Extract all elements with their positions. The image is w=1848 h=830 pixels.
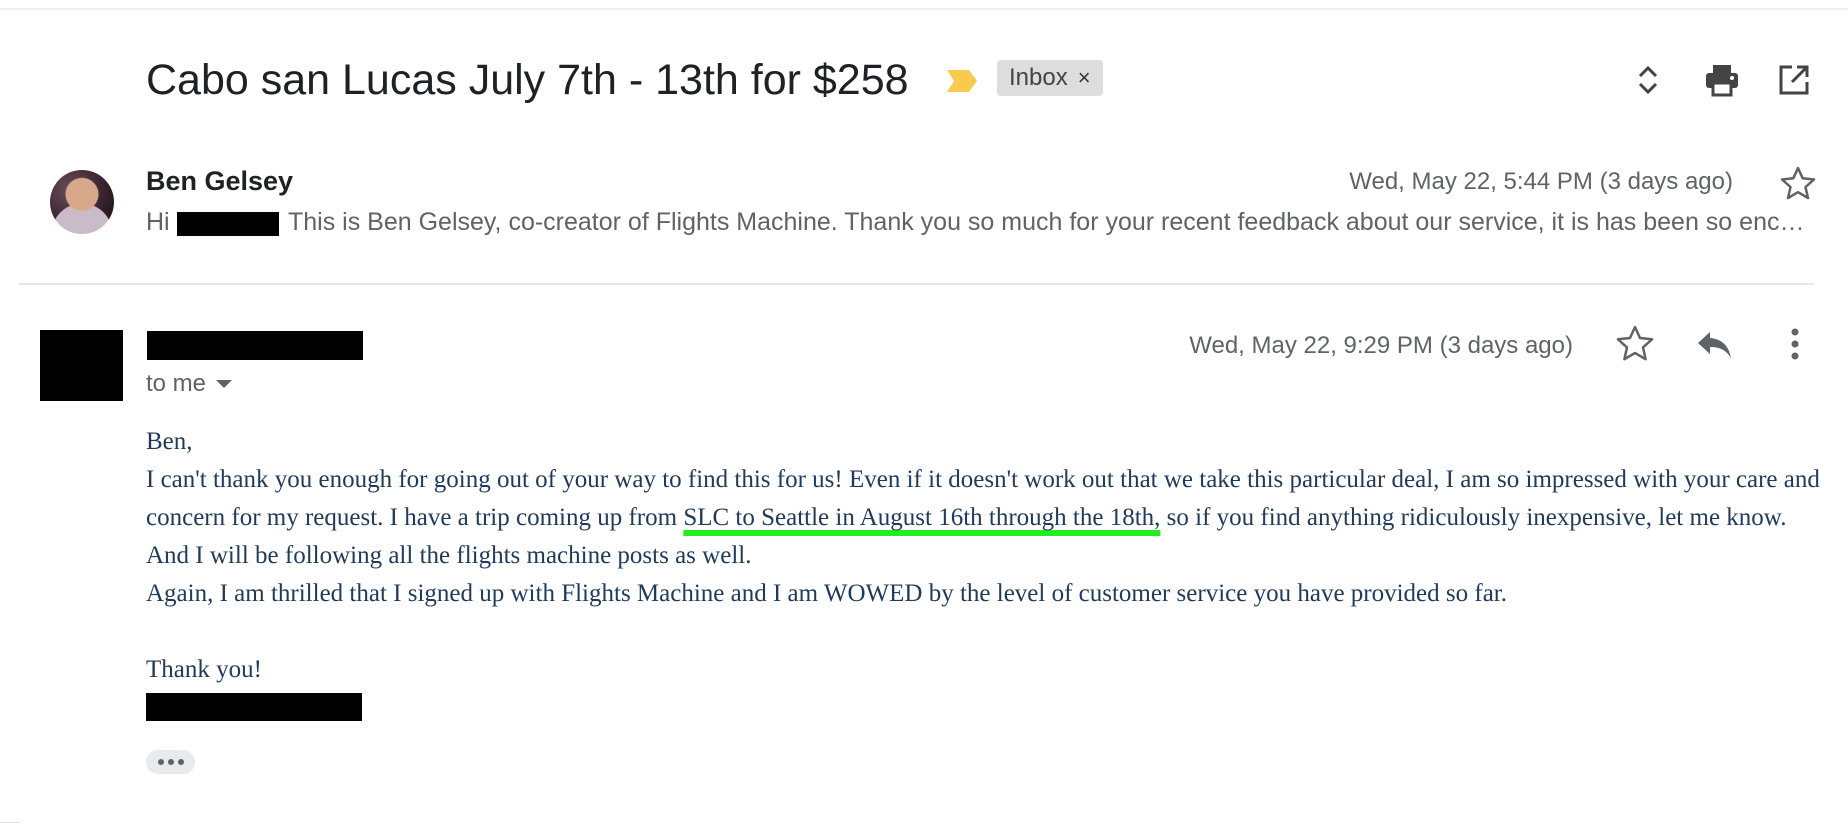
thread-header: Cabo san Lucas July 7th - 13th for $258 … xyxy=(0,36,1848,116)
important-marker-icon[interactable] xyxy=(945,68,979,94)
snippet-greeting: Hi xyxy=(146,208,170,236)
thread-subject: Cabo san Lucas July 7th - 13th for $258 xyxy=(146,56,909,104)
snippet-text: This is Ben Gelsey, co-creator of Flight… xyxy=(288,208,1816,236)
message-date: Wed, May 22, 9:29 PM (3 days ago) xyxy=(1189,332,1573,359)
avatar[interactable] xyxy=(50,170,114,234)
message-date: Wed, May 22, 5:44 PM (3 days ago) xyxy=(1349,168,1733,195)
signature-redacted xyxy=(146,693,362,721)
recipient-details-toggle[interactable]: to me xyxy=(146,370,233,398)
message-snippet: Hi This is Ben Gelsey, co-creator of Fli… xyxy=(146,208,1816,242)
message-collapsed[interactable]: Ben Gelsey Wed, May 22, 5:44 PM (3 days … xyxy=(0,150,1848,270)
body-paragraph: Again, I am thrilled that I signed up wi… xyxy=(146,580,1507,607)
message-body: Ben, I can't thank you enough for going … xyxy=(146,423,1826,721)
greeting: Ben, xyxy=(146,428,193,455)
open-in-new-window-icon[interactable] xyxy=(1774,60,1814,100)
top-divider xyxy=(0,8,1848,10)
expand-quoted-icon[interactable] xyxy=(146,750,195,774)
to-line-text: to me xyxy=(146,370,207,397)
inbox-label-chip: Inbox × xyxy=(997,60,1103,96)
sender-name-redacted xyxy=(147,331,363,360)
sender-avatar-redacted[interactable] xyxy=(40,330,123,401)
closing: Thank you! xyxy=(146,656,262,683)
chevron-down-icon[interactable] xyxy=(216,380,233,388)
reply-icon[interactable] xyxy=(1692,322,1736,366)
star-icon[interactable] xyxy=(1613,322,1657,366)
more-vert-icon[interactable] xyxy=(1773,322,1817,366)
message-divider xyxy=(19,283,1814,285)
sender-name[interactable]: Ben Gelsey xyxy=(146,166,293,197)
highlighted-text: SLC to Seattle in August 16th through th… xyxy=(683,504,1161,531)
remove-label-icon[interactable]: × xyxy=(1078,65,1091,91)
message-expanded: to me Wed, May 22, 9:29 PM (3 days ago) … xyxy=(0,300,1848,780)
label-text: Inbox xyxy=(1009,64,1068,91)
body-paragraph: I can't thank you enough for going out o… xyxy=(146,461,1826,575)
expand-collapse-icon[interactable] xyxy=(1628,60,1668,100)
print-icon[interactable] xyxy=(1702,60,1742,100)
star-icon[interactable] xyxy=(1778,164,1818,204)
redacted-name xyxy=(177,212,279,236)
bottom-edge xyxy=(0,822,20,823)
